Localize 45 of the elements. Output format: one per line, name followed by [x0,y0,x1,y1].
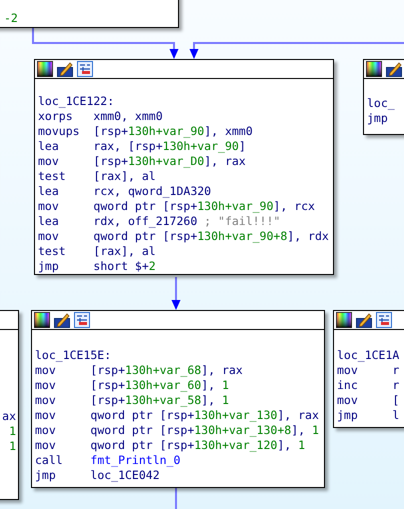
code-line: lea rdx, off_217260 ; "fail!!!" [37,214,282,229]
code-line: ax [1,409,16,424]
edge-line [175,487,177,509]
pencil-icon[interactable] [386,61,402,77]
pencil-icon[interactable] [54,312,70,328]
code-line: jmp loc_1CE042 [34,468,161,483]
code-line: lea rcx, qword_1DA320 [37,184,212,199]
code-line: mov [rsp+130h+var_60], 1 [34,378,230,393]
code-line: 1 [8,424,16,439]
code-line: jmp l [336,408,400,423]
edge-arrow [172,277,180,310]
code-line: test [rax], al [37,244,157,259]
pencil-icon[interactable] [356,312,372,328]
code-line: call fmt_Println_0 [34,453,182,468]
code-line: jmp short $+2 [37,259,157,274]
code-line: movups [rsp+130h+var_90], xmm0 [37,124,254,139]
color-palette-icon[interactable] [37,61,53,77]
color-palette-icon[interactable] [336,312,352,328]
code-line: mov qword ptr [rsp+130h+var_120], 1 [34,438,306,453]
color-palette-icon[interactable] [34,312,50,328]
location-label: loc_1CE1A [336,348,400,363]
code-line: mov r [336,363,400,378]
code-line: mov [rsp+130h+var_58], 1 [34,393,230,408]
location-label: loc_1CE15E: [34,348,112,363]
code-line: test [rax], al [37,169,157,184]
location-label: loc_ [366,96,396,111]
code-line: mov qword ptr [rsp+130h+var_90+8], rdx [37,229,330,244]
location-label: loc_1CE122: [37,94,116,109]
code-line: -2 [3,11,19,26]
code-line: mov qword ptr [rsp+130h+var_90], rcx [37,199,316,214]
code-line: lea rax, [rsp+130h+var_90] [37,139,247,154]
code-line: mov [ [336,393,400,408]
code-line: 1 [8,439,16,454]
code-line: xorps xmm0, xmm0 [37,109,164,124]
code-line: mov [rsp+130h+var_68], rax [34,363,244,378]
code-line: mov qword ptr [rsp+130h+var_130], rax [34,408,320,423]
graph-icon[interactable] [74,312,90,328]
code-line: mov [rsp+130h+var_D0], rax [37,154,247,169]
graph-icon[interactable] [376,312,392,328]
graph-icon[interactable] [77,61,93,77]
code-line: jmp [366,111,389,126]
pencil-icon[interactable] [57,61,73,77]
color-palette-icon[interactable] [366,61,382,77]
code-line: mov qword ptr [rsp+130h+var_130+8], 1 [34,423,320,438]
code-line: inc r [336,378,400,393]
